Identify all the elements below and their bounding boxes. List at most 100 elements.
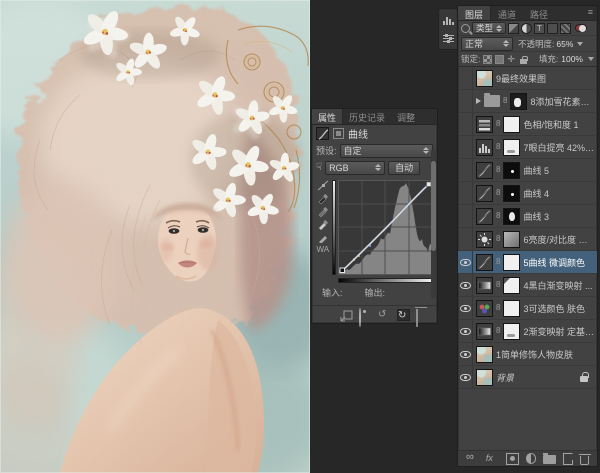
shape-filter-icon[interactable] [547, 23, 558, 34]
curves-adjustment-thumbnail[interactable] [476, 185, 493, 202]
group-expander-icon[interactable] [476, 98, 481, 104]
preset-dropdown[interactable]: 自定 [340, 144, 433, 158]
layer-mask-thumbnail[interactable] [503, 277, 520, 294]
filter-kind-dropdown[interactable]: 类型 [472, 22, 506, 34]
panel-menu-icon[interactable]: ≡ [584, 6, 597, 20]
visibility-toggle-button[interactable] [359, 309, 372, 321]
layer-visibility-toggle[interactable] [458, 136, 473, 158]
pixel-filter-icon[interactable] [508, 23, 519, 34]
mask-link-icon[interactable]: 8 [496, 327, 500, 335]
layer-row-13[interactable]: 1简单修饰人物皮肤 [458, 343, 597, 366]
layer-mask-thumbnail[interactable] [510, 93, 527, 110]
opacity-value[interactable]: 65% [556, 39, 573, 49]
layer-mask-thumbnail[interactable] [503, 300, 520, 317]
delete-layer-icon[interactable] [580, 456, 589, 465]
layer-row-12[interactable]: 82渐变映射 定基调... [458, 320, 597, 343]
layer-mask-thumbnail[interactable] [503, 116, 520, 133]
layer-row-5[interactable]: 8曲线 5 [458, 159, 597, 182]
delete-adjustment-button[interactable] [416, 309, 429, 321]
filter-toggle-switch[interactable] [575, 24, 587, 32]
layer-thumbnail[interactable] [476, 70, 493, 87]
layer-row-10[interactable]: 84黑白渐变映射 ... [458, 274, 597, 297]
clip-to-layer-button[interactable] [340, 309, 353, 321]
blend-mode-dropdown[interactable]: 正常 [461, 37, 513, 51]
channel-dropdown[interactable]: RGB [325, 161, 385, 175]
layer-row-6[interactable]: 8曲线 4 [458, 182, 597, 205]
layer-row-1[interactable]: 9最终效果图 [458, 67, 597, 90]
mask-link-icon[interactable]: 8 [496, 258, 500, 266]
layer-mask-thumbnail[interactable] [503, 254, 520, 271]
mask-link-icon[interactable]: 8 [496, 212, 500, 220]
mask-link-icon[interactable]: 8 [496, 166, 500, 174]
adjustment-filter-icon[interactable] [521, 23, 532, 34]
selective-adjustment-thumbnail[interactable] [476, 300, 493, 317]
layers-tab-图层[interactable]: 图层 [458, 6, 491, 20]
layer-visibility-toggle[interactable] [458, 297, 473, 319]
curves-adjustment-thumbnail[interactable] [476, 254, 493, 271]
mask-link-icon[interactable]: 8 [503, 97, 507, 105]
lock-all-icon[interactable] [519, 55, 528, 64]
layer-row-11[interactable]: 83可选颜色 肤色 [458, 297, 597, 320]
adjustments-panel-icon[interactable] [440, 30, 456, 46]
hue-adjustment-thumbnail[interactable] [476, 116, 493, 133]
mask-link-icon[interactable]: 8 [496, 120, 500, 128]
curves-grid[interactable] [338, 180, 433, 275]
white-point-eyedropper-icon[interactable] [317, 219, 329, 230]
layer-visibility-toggle[interactable] [458, 113, 473, 135]
layer-thumbnail[interactable] [476, 369, 493, 386]
layer-row-9[interactable]: 85曲线 微调颜色 [458, 251, 597, 274]
layer-row-4[interactable]: 87眼白提亮 42%透... [458, 136, 597, 159]
lock-pixels-icon[interactable] [495, 55, 504, 64]
layer-visibility-toggle[interactable] [458, 90, 473, 112]
smart-filter-icon[interactable] [560, 23, 571, 34]
properties-tab-属性[interactable]: 属性 [312, 109, 343, 124]
previous-state-button[interactable]: ↺ [378, 309, 391, 321]
levels-adjustment-thumbnail[interactable] [476, 139, 493, 156]
layer-mask-thumbnail[interactable] [503, 185, 520, 202]
properties-tab-调整[interactable]: 调整 [391, 109, 421, 124]
mask-link-icon[interactable]: 8 [496, 189, 500, 197]
layer-mask-thumbnail[interactable] [503, 208, 520, 225]
pencil-curve-icon[interactable] [317, 232, 329, 243]
mask-link-icon[interactable]: 8 [496, 235, 500, 243]
black-point-eyedropper-icon[interactable] [317, 193, 329, 204]
auto-button[interactable]: 自动 [388, 161, 420, 175]
mask-link-icon[interactable]: 8 [496, 304, 500, 312]
layer-visibility-toggle[interactable] [458, 320, 473, 342]
type-filter-icon[interactable]: T [534, 23, 545, 34]
gradient-adjustment-thumbnail[interactable] [476, 323, 493, 340]
layer-row-7[interactable]: 8曲线 3 [458, 205, 597, 228]
layer-visibility-toggle[interactable] [458, 274, 473, 296]
properties-tab-历史记录[interactable]: 历史记录 [343, 109, 391, 124]
layer-mask-thumbnail[interactable] [503, 162, 520, 179]
new-group-icon[interactable] [543, 455, 556, 464]
targeted-adjustment-icon[interactable]: ☟ [316, 162, 322, 173]
chain-link-icon[interactable] [466, 453, 479, 465]
smooth-curve-icon[interactable]: WA [317, 245, 329, 256]
layer-row-3[interactable]: 8色相/饱和度 1 [458, 113, 597, 136]
clip-to-layer-icon[interactable] [333, 128, 344, 139]
layer-thumbnail[interactable] [476, 346, 493, 363]
new-layer-icon[interactable] [563, 453, 573, 465]
layer-visibility-toggle[interactable] [458, 343, 473, 365]
reset-button[interactable]: ↻ [397, 309, 410, 321]
gray-point-eyedropper-icon[interactable] [317, 206, 329, 217]
lock-transparent-icon[interactable] [483, 55, 492, 64]
document-canvas[interactable] [0, 0, 310, 473]
layer-mask-icon[interactable] [506, 453, 519, 465]
gradient-adjustment-thumbnail[interactable] [476, 277, 493, 294]
layer-mask-thumbnail[interactable] [503, 323, 520, 340]
layer-row-2[interactable]: 88添加雪花素材 过... [458, 90, 597, 113]
lock-position-icon[interactable] [507, 55, 516, 64]
layer-mask-thumbnail[interactable] [503, 231, 520, 248]
curves-adjustment-thumbnail[interactable] [476, 162, 493, 179]
adjustment-layer-icon[interactable] [526, 453, 537, 464]
layer-visibility-toggle[interactable] [458, 251, 473, 273]
layer-visibility-toggle[interactable] [458, 159, 473, 181]
layers-tab-通道[interactable]: 通道 [491, 6, 523, 20]
curves-adjustment-thumbnail[interactable] [476, 208, 493, 225]
layer-row-8[interactable]: 86亮度/对比度 控... [458, 228, 597, 251]
layer-visibility-toggle[interactable] [458, 182, 473, 204]
layer-visibility-toggle[interactable] [458, 228, 473, 250]
layer-mask-thumbnail[interactable] [503, 139, 520, 156]
